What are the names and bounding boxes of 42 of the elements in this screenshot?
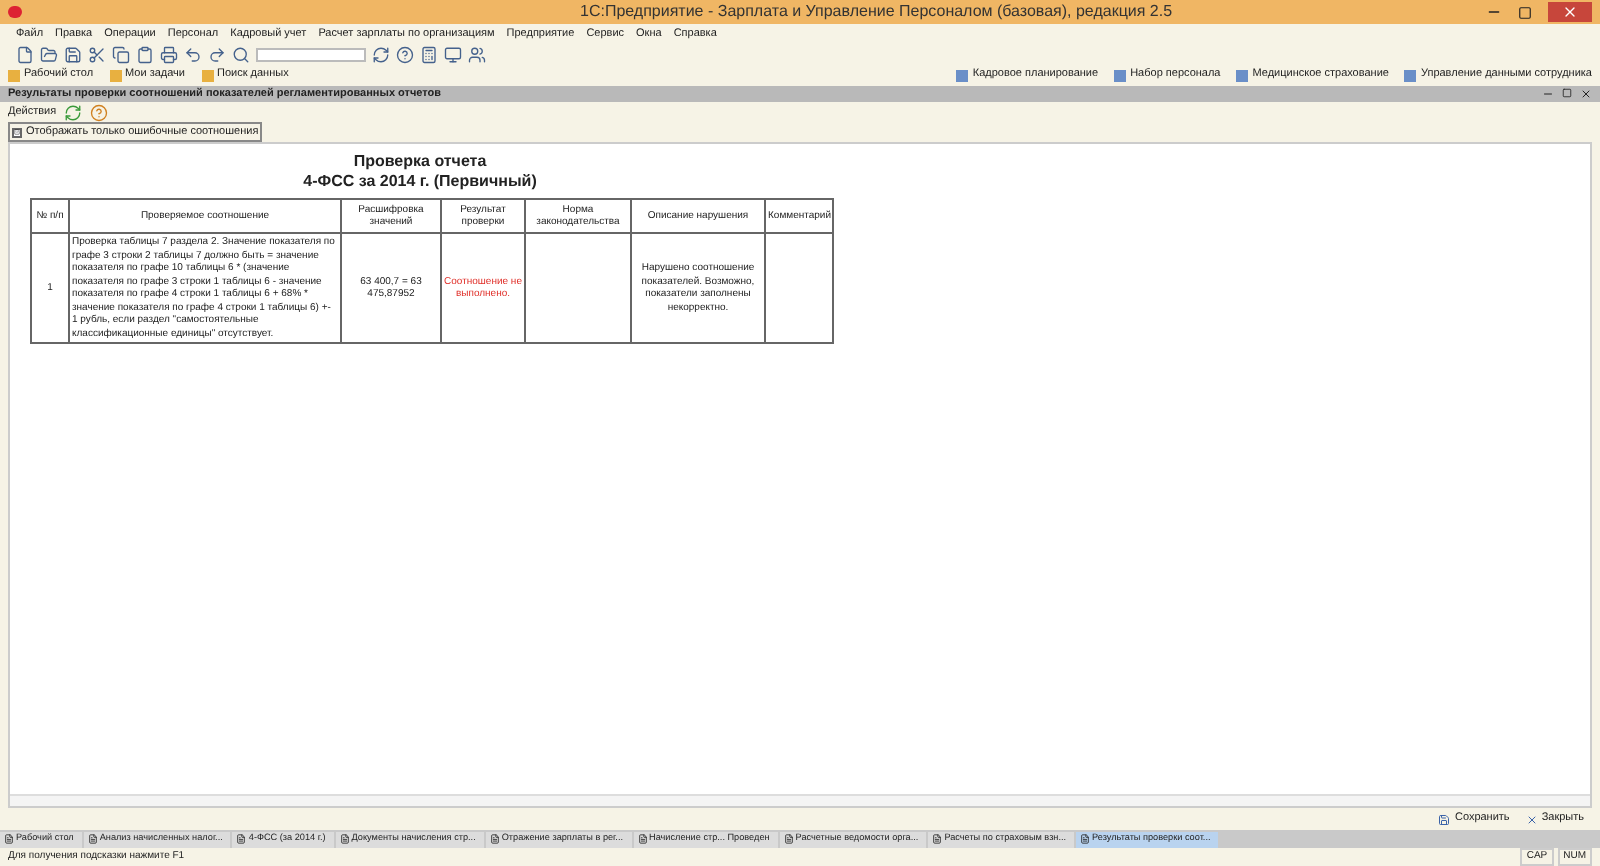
help-icon[interactable] <box>396 45 414 63</box>
document-icon <box>783 834 794 844</box>
close-icon[interactable] <box>1580 88 1592 100</box>
save-icon <box>1438 813 1451 825</box>
document-icon <box>4 834 14 844</box>
report-title: 4-ФСС за 2014 г. (Первичный) <box>303 172 537 192</box>
print-icon[interactable] <box>160 45 178 63</box>
maximize-icon[interactable] <box>1562 88 1572 98</box>
monitor-icon[interactable] <box>444 45 462 63</box>
close-icon <box>1525 813 1538 825</box>
users-icon[interactable] <box>468 45 486 63</box>
refresh-icon[interactable] <box>372 45 390 63</box>
copy-icon[interactable] <box>112 45 130 63</box>
search-icon[interactable] <box>232 45 250 63</box>
horizontal-scrollbar[interactable] <box>10 794 1590 806</box>
table-cell <box>765 233 833 343</box>
document-icon <box>1080 834 1091 844</box>
app-logo-icon <box>8 6 22 18</box>
report-title: Проверка отчета <box>353 152 487 172</box>
paste-icon[interactable] <box>136 45 154 63</box>
document-icon <box>932 834 943 844</box>
document-icon <box>236 834 247 844</box>
save-icon[interactable] <box>64 45 82 63</box>
document-icon <box>637 834 647 844</box>
folder-icon[interactable] <box>40 45 58 63</box>
undo-icon[interactable] <box>184 45 202 63</box>
help-icon[interactable] <box>90 103 109 121</box>
document-icon <box>489 834 500 844</box>
table-cell <box>525 233 631 343</box>
new-document-icon[interactable] <box>16 45 34 63</box>
check-icon <box>14 128 20 136</box>
window-title: 1С:Предприятие - Зарплата и Управление Персоналом (базовая), редакция 2.5 <box>580 0 1173 24</box>
document-icon <box>339 834 350 844</box>
refresh-icon[interactable] <box>64 103 83 121</box>
maximize-icon[interactable] <box>1518 5 1532 19</box>
close-icon <box>1562 4 1578 20</box>
calculator-icon[interactable] <box>420 45 438 63</box>
cut-icon[interactable] <box>88 45 106 63</box>
document-icon <box>87 834 98 844</box>
redo-icon[interactable] <box>208 45 226 63</box>
search-field[interactable] <box>256 47 366 61</box>
minimize-icon[interactable] <box>1542 88 1554 100</box>
